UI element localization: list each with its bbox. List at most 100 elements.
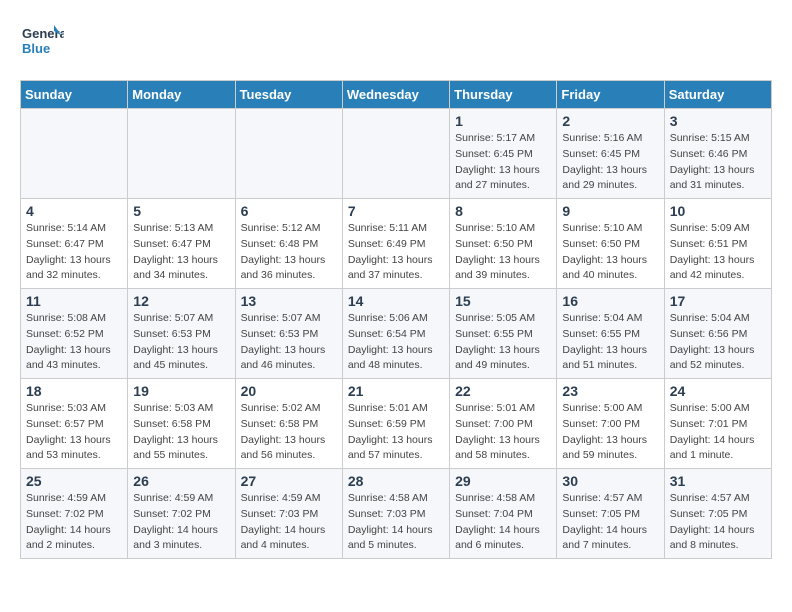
day-number: 21 [348, 383, 444, 399]
day-number: 5 [133, 203, 229, 219]
calendar-cell: 26 Sunrise: 4:59 AMSunset: 7:02 PMDayligh… [128, 469, 235, 559]
calendar-cell [21, 109, 128, 199]
calendar-cell: 29 Sunrise: 4:58 AMSunset: 7:04 PMDayligh… [450, 469, 557, 559]
calendar-cell: 23Sunrise: 5:00 AMSunset: 7:00 PMDayligh… [557, 379, 664, 469]
day-detail: Sunrise: 5:04 AMSunset: 6:55 PMDaylight:… [562, 311, 658, 374]
col-header-friday: Friday [557, 81, 664, 109]
day-detail: Sunrise: 5:02 AMSunset: 6:58 PMDaylight:… [241, 401, 337, 464]
day-number: 24 [670, 383, 766, 399]
day-number: 19 [133, 383, 229, 399]
day-detail: Sunrise: 5:06 AMSunset: 6:54 PMDaylight:… [348, 311, 444, 374]
logo: General Blue [20, 20, 64, 64]
day-number: 29 [455, 473, 551, 489]
day-detail: Sunrise: 4:59 AMSunset: 7:02 PMDaylight:… [133, 491, 229, 554]
day-detail: Sunrise: 5:08 AMSunset: 6:52 PMDaylight:… [26, 311, 122, 374]
day-detail: Sunrise: 5:12 AMSunset: 6:48 PMDaylight:… [241, 221, 337, 284]
day-detail: Sunrise: 5:09 AMSunset: 6:51 PMDaylight:… [670, 221, 766, 284]
calendar-cell: 11 Sunrise: 5:08 AMSunset: 6:52 PMDayligh… [21, 289, 128, 379]
calendar-cell: 17 Sunrise: 5:04 AMSunset: 6:56 PMDayligh… [664, 289, 771, 379]
day-number: 8 [455, 203, 551, 219]
calendar-cell: 24 Sunrise: 5:00 AMSunset: 7:01 PMDayligh… [664, 379, 771, 469]
day-detail: Sunrise: 5:15 AMSunset: 6:46 PMDaylight:… [670, 131, 766, 194]
col-header-thursday: Thursday [450, 81, 557, 109]
col-header-monday: Monday [128, 81, 235, 109]
calendar-cell: 1 Sunrise: 5:17 AMSunset: 6:45 PMDaylight… [450, 109, 557, 199]
day-number: 11 [26, 293, 122, 309]
calendar-cell: 3Sunrise: 5:15 AMSunset: 6:46 PMDaylight… [664, 109, 771, 199]
col-header-wednesday: Wednesday [342, 81, 449, 109]
day-number: 26 [133, 473, 229, 489]
calendar-cell: 31 Sunrise: 4:57 AMSunset: 7:05 PMDayligh… [664, 469, 771, 559]
day-detail: Sunrise: 5:03 AMSunset: 6:58 PMDaylight:… [133, 401, 229, 464]
col-header-tuesday: Tuesday [235, 81, 342, 109]
calendar-cell: 12 Sunrise: 5:07 AMSunset: 6:53 PMDayligh… [128, 289, 235, 379]
calendar-cell: 25Sunrise: 4:59 AMSunset: 7:02 PMDayligh… [21, 469, 128, 559]
svg-text:General: General [22, 26, 64, 41]
day-detail: Sunrise: 5:17 AMSunset: 6:45 PMDaylight:… [455, 131, 551, 194]
day-detail: Sunrise: 4:59 AMSunset: 7:03 PMDaylight:… [241, 491, 337, 554]
day-detail: Sunrise: 5:13 AMSunset: 6:47 PMDaylight:… [133, 221, 229, 284]
day-detail: Sunrise: 4:58 AMSunset: 7:04 PMDaylight:… [455, 491, 551, 554]
svg-text:Blue: Blue [22, 41, 50, 56]
page-header: General Blue [20, 20, 772, 64]
calendar-cell [128, 109, 235, 199]
day-number: 12 [133, 293, 229, 309]
col-header-sunday: Sunday [21, 81, 128, 109]
day-number: 23 [562, 383, 658, 399]
calendar-cell: 16Sunrise: 5:04 AMSunset: 6:55 PMDayligh… [557, 289, 664, 379]
day-number: 18 [26, 383, 122, 399]
calendar-cell: 28 Sunrise: 4:58 AMSunset: 7:03 PMDayligh… [342, 469, 449, 559]
calendar-cell: 19 Sunrise: 5:03 AMSunset: 6:58 PMDayligh… [128, 379, 235, 469]
day-detail: Sunrise: 5:03 AMSunset: 6:57 PMDaylight:… [26, 401, 122, 464]
calendar-cell: 14 Sunrise: 5:06 AMSunset: 6:54 PMDayligh… [342, 289, 449, 379]
calendar-cell: 22 Sunrise: 5:01 AMSunset: 7:00 PMDayligh… [450, 379, 557, 469]
calendar-cell: 18 Sunrise: 5:03 AMSunset: 6:57 PMDayligh… [21, 379, 128, 469]
day-detail: Sunrise: 5:07 AMSunset: 6:53 PMDaylight:… [133, 311, 229, 374]
calendar-cell: 15Sunrise: 5:05 AMSunset: 6:55 PMDayligh… [450, 289, 557, 379]
day-detail: Sunrise: 4:57 AMSunset: 7:05 PMDaylight:… [670, 491, 766, 554]
week-row-3: 11 Sunrise: 5:08 AMSunset: 6:52 PMDayligh… [21, 289, 772, 379]
day-detail: Sunrise: 5:10 AMSunset: 6:50 PMDaylight:… [562, 221, 658, 284]
calendar-cell [342, 109, 449, 199]
calendar-table: SundayMondayTuesdayWednesdayThursdayFrid… [20, 80, 772, 559]
week-row-4: 18 Sunrise: 5:03 AMSunset: 6:57 PMDayligh… [21, 379, 772, 469]
day-number: 28 [348, 473, 444, 489]
day-number: 4 [26, 203, 122, 219]
day-detail: Sunrise: 4:57 AMSunset: 7:05 PMDaylight:… [562, 491, 658, 554]
day-number: 31 [670, 473, 766, 489]
calendar-cell: 9 Sunrise: 5:10 AMSunset: 6:50 PMDaylight… [557, 199, 664, 289]
calendar-cell: 6 Sunrise: 5:12 AMSunset: 6:48 PMDaylight… [235, 199, 342, 289]
day-detail: Sunrise: 5:04 AMSunset: 6:56 PMDaylight:… [670, 311, 766, 374]
day-number: 13 [241, 293, 337, 309]
day-detail: Sunrise: 4:59 AMSunset: 7:02 PMDaylight:… [26, 491, 122, 554]
calendar-cell: 30Sunrise: 4:57 AMSunset: 7:05 PMDayligh… [557, 469, 664, 559]
calendar-cell: 27 Sunrise: 4:59 AMSunset: 7:03 PMDayligh… [235, 469, 342, 559]
day-detail: Sunrise: 5:14 AMSunset: 6:47 PMDaylight:… [26, 221, 122, 284]
day-number: 7 [348, 203, 444, 219]
calendar-cell: 10 Sunrise: 5:09 AMSunset: 6:51 PMDayligh… [664, 199, 771, 289]
day-number: 10 [670, 203, 766, 219]
col-header-saturday: Saturday [664, 81, 771, 109]
day-detail: Sunrise: 5:10 AMSunset: 6:50 PMDaylight:… [455, 221, 551, 284]
day-detail: Sunrise: 5:01 AMSunset: 7:00 PMDaylight:… [455, 401, 551, 464]
day-number: 15 [455, 293, 551, 309]
day-number: 17 [670, 293, 766, 309]
day-number: 22 [455, 383, 551, 399]
day-number: 14 [348, 293, 444, 309]
day-detail: Sunrise: 5:00 AMSunset: 7:01 PMDaylight:… [670, 401, 766, 464]
calendar-cell: 21Sunrise: 5:01 AMSunset: 6:59 PMDayligh… [342, 379, 449, 469]
day-number: 20 [241, 383, 337, 399]
day-detail: Sunrise: 4:58 AMSunset: 7:03 PMDaylight:… [348, 491, 444, 554]
calendar-cell: 4 Sunrise: 5:14 AMSunset: 6:47 PMDaylight… [21, 199, 128, 289]
day-number: 1 [455, 113, 551, 129]
week-row-2: 4 Sunrise: 5:14 AMSunset: 6:47 PMDaylight… [21, 199, 772, 289]
day-detail: Sunrise: 5:07 AMSunset: 6:53 PMDaylight:… [241, 311, 337, 374]
day-detail: Sunrise: 5:16 AMSunset: 6:45 PMDaylight:… [562, 131, 658, 194]
calendar-cell: 2Sunrise: 5:16 AMSunset: 6:45 PMDaylight… [557, 109, 664, 199]
day-number: 6 [241, 203, 337, 219]
day-number: 27 [241, 473, 337, 489]
calendar-cell [235, 109, 342, 199]
header-row: SundayMondayTuesdayWednesdayThursdayFrid… [21, 81, 772, 109]
calendar-cell: 20 Sunrise: 5:02 AMSunset: 6:58 PMDayligh… [235, 379, 342, 469]
day-number: 9 [562, 203, 658, 219]
